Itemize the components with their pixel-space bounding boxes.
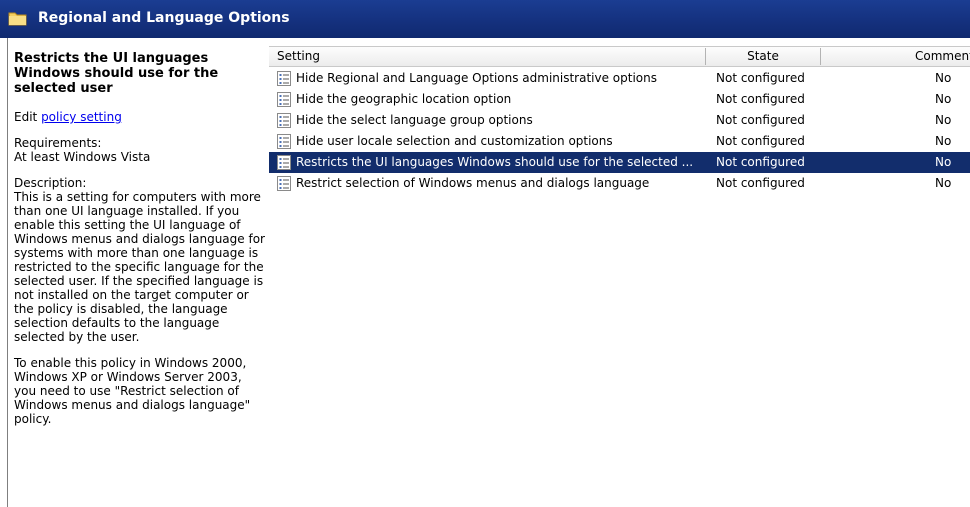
edit-policy-line: Edit policy setting (14, 110, 266, 124)
setting-name: Hide Regional and Language Options admin… (296, 71, 658, 85)
setting-state: Not configured (716, 113, 805, 127)
table-row[interactable]: Hide user locale selection and customiza… (269, 131, 970, 152)
folder-icon (8, 12, 27, 26)
setting-state: Not configured (716, 134, 805, 148)
title-banner: Regional and Language Options (0, 0, 970, 38)
left-pane-border (7, 38, 8, 507)
setting-name: Hide the select language group options (296, 113, 533, 127)
column-header-comment[interactable]: Comment (915, 47, 970, 66)
description-text: This is a setting for computers with mor… (14, 190, 265, 344)
column-header-setting[interactable]: Setting (277, 47, 697, 66)
table-row[interactable]: Restrict selection of Windows menus and … (269, 173, 970, 194)
setting-comment: No (935, 134, 952, 148)
requirements-value: At least Windows Vista (14, 150, 151, 164)
policy-setting-icon (277, 155, 291, 170)
setting-comment: No (935, 92, 952, 106)
policy-setting-icon (277, 113, 291, 128)
requirements-label: Requirements: (14, 136, 102, 150)
policy-setting-icon (277, 92, 291, 107)
setting-name: Restrict selection of Windows menus and … (296, 176, 650, 190)
setting-name: Restricts the UI languages Windows shoul… (296, 155, 694, 169)
policy-setting-icon (277, 134, 291, 149)
edit-prefix: Edit (14, 110, 42, 124)
column-divider[interactable] (820, 48, 821, 65)
list-header: Setting State Comment (269, 46, 970, 67)
setting-comment: No (935, 155, 952, 169)
setting-comment: No (935, 176, 952, 190)
note-text: To enable this policy in Windows 2000, W… (14, 356, 251, 426)
policy-setting-icon (277, 176, 291, 191)
setting-name: Hide the geographic location option (296, 92, 512, 106)
banner-title: Regional and Language Options (38, 10, 290, 26)
setting-state: Not configured (716, 176, 805, 190)
table-row[interactable]: Hide the geographic location option Not c… (269, 89, 970, 110)
table-row[interactable]: Hide Regional and Language Options admin… (269, 68, 970, 89)
edit-policy-link[interactable]: policy setting (41, 110, 122, 124)
policy-setting-icon (277, 71, 291, 86)
table-row[interactable]: Restricts the UI languages Windows shoul… (269, 152, 970, 173)
column-header-state[interactable]: State (706, 47, 820, 66)
table-row[interactable]: Hide the select language group options No… (269, 110, 970, 131)
setting-state: Not configured (716, 155, 805, 169)
settings-list: Setting State Comment Hide Regional and … (269, 46, 970, 507)
setting-state: Not configured (716, 71, 805, 85)
setting-comment: No (935, 71, 952, 85)
description-label: Description: (14, 176, 87, 190)
setting-name: Hide user locale selection and customiza… (296, 134, 613, 148)
selected-policy-title: Restricts the UI languages Windows shoul… (14, 51, 219, 96)
description-pane: Restricts the UI languages Windows shoul… (14, 51, 266, 426)
setting-comment: No (935, 113, 952, 127)
setting-state: Not configured (716, 92, 805, 106)
